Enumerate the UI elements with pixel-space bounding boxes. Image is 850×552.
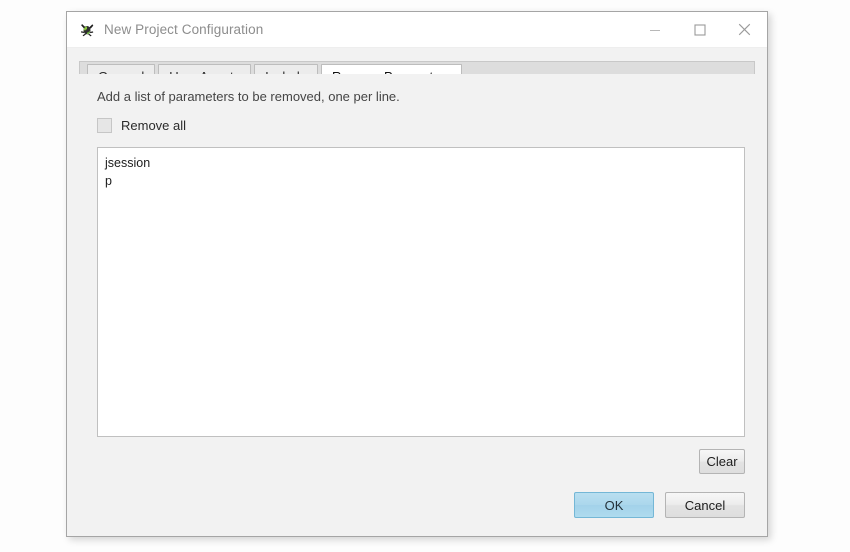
window-title: New Project Configuration bbox=[104, 22, 264, 37]
maximize-button[interactable] bbox=[677, 12, 722, 47]
new-project-configuration-dialog: New Project Configuration Add a list of … bbox=[66, 11, 768, 537]
tab-bar: General User Agents Include Remove Param… bbox=[79, 61, 755, 88]
remove-all-checkbox-row[interactable]: Remove all bbox=[97, 118, 186, 133]
close-button[interactable] bbox=[722, 12, 767, 47]
maximize-icon bbox=[693, 23, 706, 36]
remove-all-label: Remove all bbox=[121, 118, 187, 133]
remove-parameters-panel: Add a list of parameters to be removed, … bbox=[79, 74, 755, 474]
panel-hint-text: Add a list of parameters to be removed, … bbox=[97, 89, 400, 104]
parameters-textarea[interactable]: jsession p bbox=[97, 147, 745, 437]
screen: New Project Configuration Add a list of … bbox=[0, 0, 850, 552]
window-controls bbox=[632, 12, 767, 47]
remove-all-checkbox[interactable] bbox=[97, 118, 112, 133]
ok-button[interactable]: OK bbox=[574, 492, 654, 518]
minimize-icon bbox=[649, 29, 660, 31]
cancel-button[interactable]: Cancel bbox=[665, 492, 745, 518]
title-bar[interactable]: New Project Configuration bbox=[67, 12, 767, 48]
close-icon bbox=[738, 23, 751, 36]
textarea-line: p bbox=[105, 174, 112, 188]
minimize-button[interactable] bbox=[632, 12, 677, 47]
spider-crawler-icon bbox=[79, 22, 95, 38]
textarea-line: jsession bbox=[105, 156, 151, 170]
dialog-footer: OK Cancel bbox=[67, 474, 767, 536]
clear-button-row: Clear bbox=[79, 449, 745, 474]
clear-button[interactable]: Clear bbox=[699, 449, 745, 474]
